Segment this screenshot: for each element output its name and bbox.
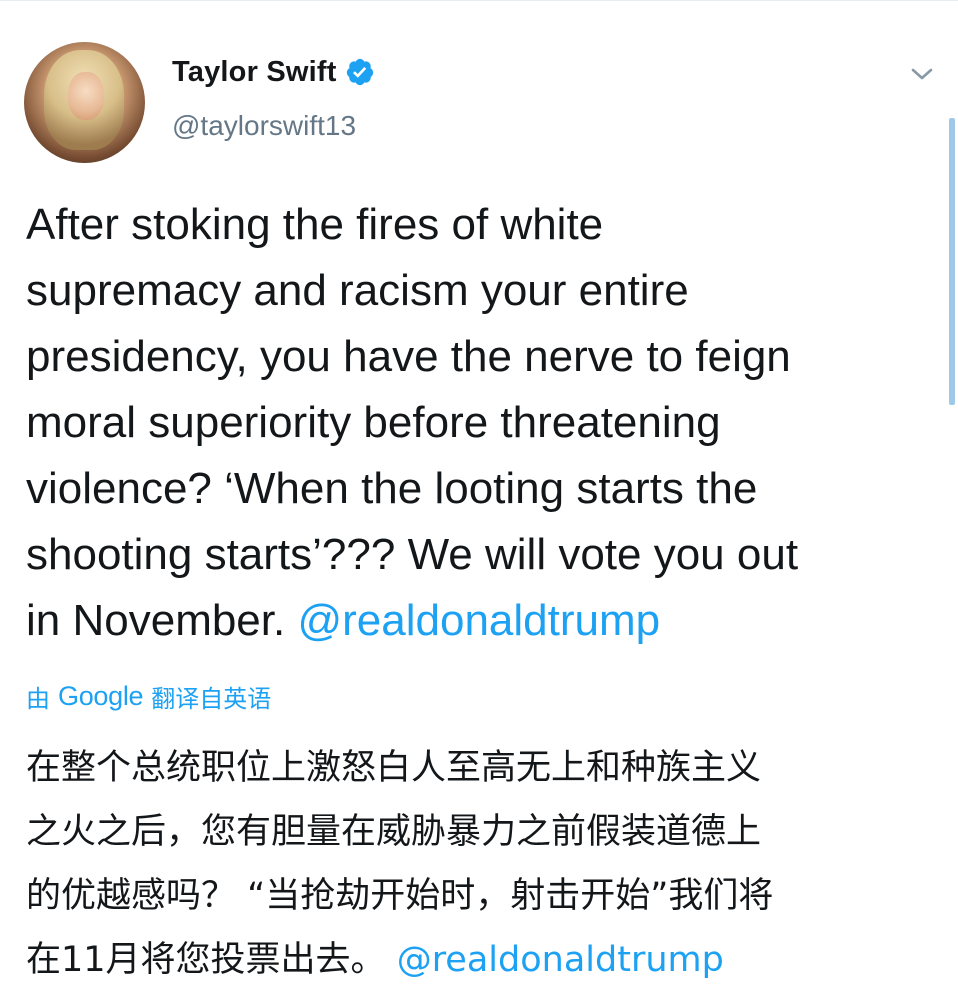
chevron-down-icon[interactable]	[908, 60, 936, 88]
tweet-line: presidency, you have the nerve to feign	[26, 332, 791, 381]
avatar-face	[68, 72, 104, 120]
scrollbar[interactable]	[949, 118, 955, 405]
translate-prefix: 由	[26, 684, 50, 713]
tweet-line: shooting starts’??? We will vote you out	[26, 530, 799, 579]
author-name-row: Taylor Swift	[172, 52, 375, 92]
translated-by-google-link[interactable]: 由 Google 翻译自英语	[26, 676, 271, 716]
translated-text: 在整个总统职位上激怒白人至高无上和种族主义 之火之后，您有胆量在威胁暴力之前假装…	[26, 736, 936, 992]
tweet-line: violence? ‘When the looting starts the	[26, 464, 758, 513]
author-display-name[interactable]: Taylor Swift	[172, 56, 337, 89]
tweet-line: moral superiority before threatening	[26, 398, 721, 447]
author-handle[interactable]: @taylorswift13	[172, 110, 356, 142]
tweet-line: in November.	[26, 596, 286, 645]
tweet-card: Taylor Swift @taylorswift13 After stokin…	[0, 0, 958, 992]
translate-suffix: 翻译自英语	[151, 684, 272, 713]
mention-link[interactable]: @realdonaldtrump	[297, 596, 660, 645]
translated-line: 在整个总统职位上激怒白人至高无上和种族主义	[26, 748, 762, 788]
translated-line: 在11月将您投票出去。	[26, 940, 386, 980]
tweet-text: After stoking the fires of white suprema…	[26, 192, 936, 654]
tweet-line: After stoking the fires of white	[26, 200, 604, 249]
translated-mention-link[interactable]: @realdonaldtrump	[397, 940, 724, 980]
avatar[interactable]	[24, 42, 145, 163]
verified-badge-icon	[345, 57, 375, 87]
translated-line: 之火之后，您有胆量在威胁暴力之前假装道德上	[26, 812, 762, 852]
translated-line: 的优越感吗？ “当抢劫开始时，射击开始”我们将	[26, 876, 774, 916]
tweet-line: supremacy and racism your entire	[26, 266, 689, 315]
google-logo: Google	[58, 680, 144, 711]
